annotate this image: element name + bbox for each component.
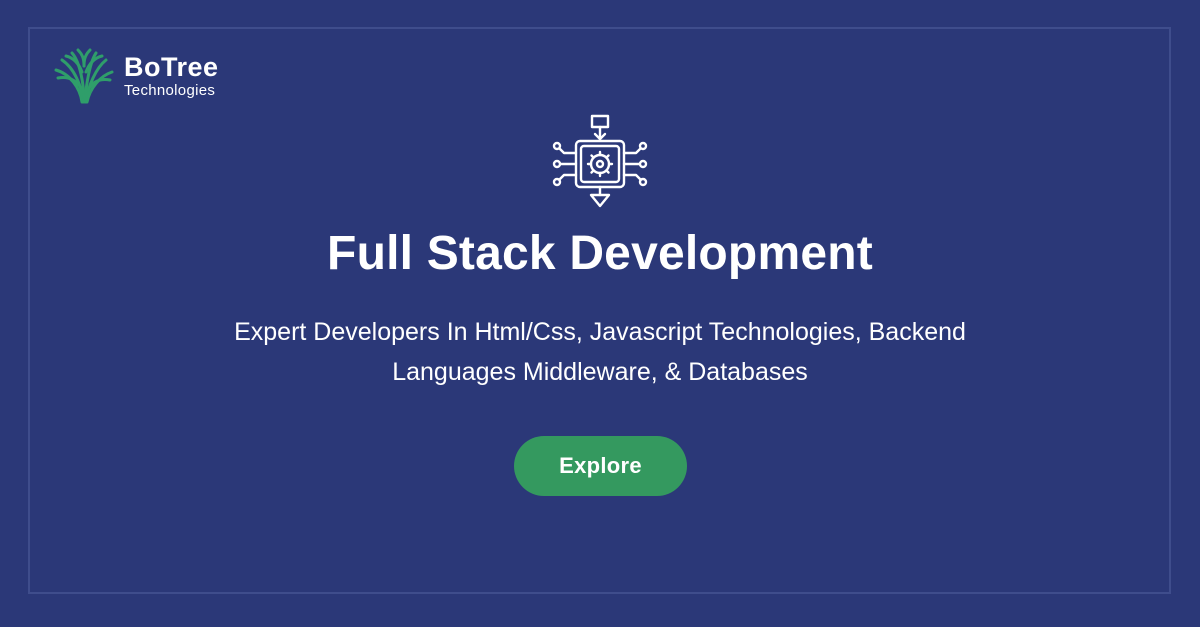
full-stack-chip-icon <box>552 114 648 208</box>
page-title: Full Stack Development <box>327 227 873 280</box>
subtitle-line-1: Expert Developers In Html/Css, Javascrip… <box>234 318 966 346</box>
subtitle-line-2: Languages Middleware, & Databases <box>392 358 808 386</box>
tree-logo-icon <box>54 48 114 104</box>
page-subtitle: Expert Developers In Html/Css, Javascrip… <box>150 312 1050 392</box>
explore-button[interactable]: Explore <box>514 436 687 496</box>
brand-tagline: Technologies <box>124 82 216 99</box>
brand-name: BoTree <box>124 52 219 82</box>
brand-logo[interactable]: BoTree Technologies <box>52 48 219 104</box>
